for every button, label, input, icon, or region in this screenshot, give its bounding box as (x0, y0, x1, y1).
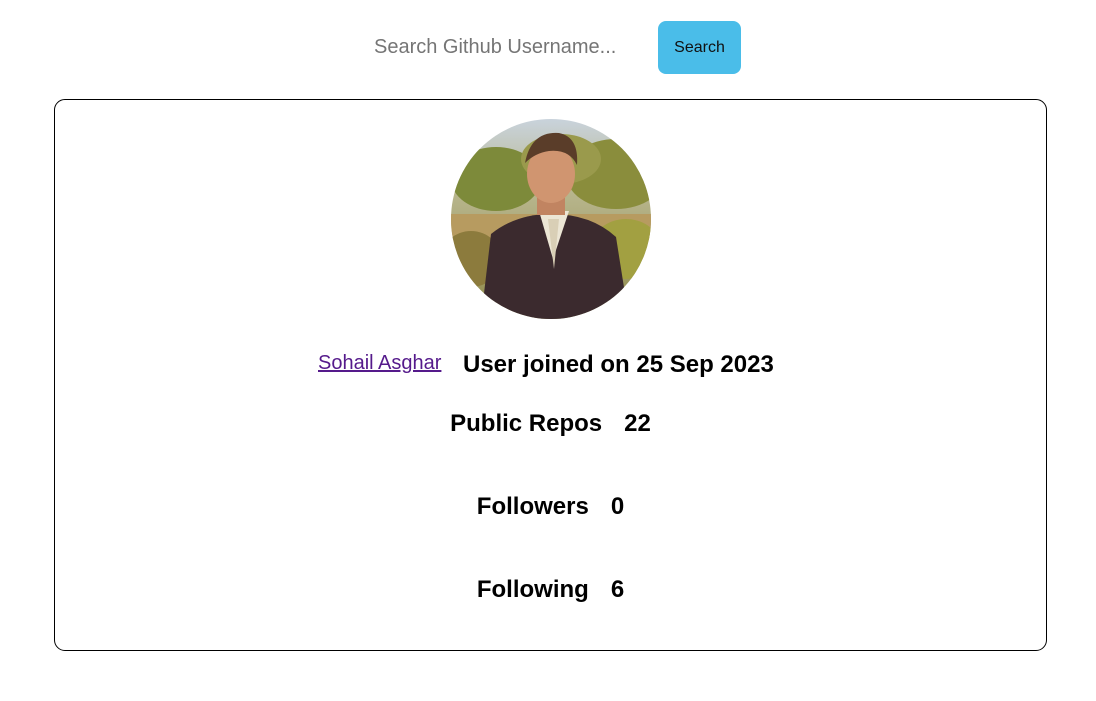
followers-label: Followers (476, 493, 589, 520)
profile-card: Sohail Asghar User joined on 25 Sep 2023… (54, 99, 1047, 651)
public-repos-label: Public Repos (450, 410, 603, 437)
public-repos-stat: Public Repos 22 (55, 410, 1046, 438)
avatar (451, 119, 651, 319)
followers-stat: Followers 0 (55, 493, 1046, 521)
public-repos-value: 22 (624, 410, 651, 437)
joined-date-text: User joined on 25 Sep 2023 (463, 351, 774, 378)
search-button[interactable]: Search (658, 21, 741, 74)
following-value: 6 (610, 576, 625, 603)
search-bar: Search (0, 0, 1096, 96)
following-stat: Following 6 (55, 576, 1046, 604)
search-input[interactable] (370, 24, 632, 70)
followers-value: 0 (610, 493, 625, 520)
following-label: Following (476, 576, 589, 603)
avatar-photo (451, 119, 651, 319)
profile-name-link[interactable]: Sohail Asghar (318, 352, 441, 375)
